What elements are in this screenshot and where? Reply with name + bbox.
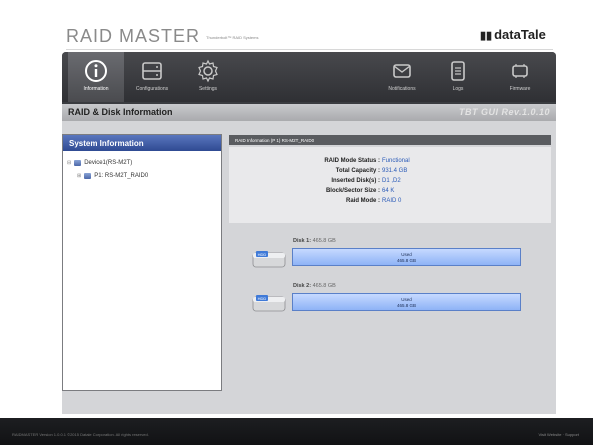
section-title-bar: RAID & Disk Information TBT GUI Rev.1.0.… xyxy=(62,104,556,121)
disk-1-usage-bar: Used 465.8 GB xyxy=(292,248,521,266)
device-icon xyxy=(74,160,82,166)
brand-logo: ▮▮ dataTale xyxy=(480,27,546,42)
gear-icon xyxy=(198,59,218,83)
nav-settings[interactable]: Settings xyxy=(180,52,236,102)
raid-information-panel: RAID Mode Status : Functional Total Capa… xyxy=(229,147,551,223)
app-title: RAID MASTER xyxy=(66,26,201,46)
disk-2-name: Disk 2: xyxy=(293,283,312,289)
tree-item-raid-label: P1: RS-M2T_RAID0 xyxy=(94,173,149,179)
nav-firmware[interactable]: Firmware xyxy=(492,52,548,102)
raid-info-value: Functional xyxy=(382,158,410,164)
raid-info-key: Total Capacity : xyxy=(335,168,380,174)
raid-info-value: D1 ,D2 xyxy=(382,178,401,184)
app-header: RAID MASTER Thunderbolt™ RAID Systems ▮▮… xyxy=(0,0,593,50)
tree-collapse-icon[interactable]: ⊟ xyxy=(67,160,71,166)
footer-links[interactable]: Visit Website · Support xyxy=(538,432,579,437)
disk-2-usage-bar: Used 465.8 GB xyxy=(292,293,521,311)
disk-1-label: Disk 1: 465.8 GB xyxy=(293,238,336,244)
nav-information[interactable]: Information xyxy=(68,52,124,102)
raid-info-row: Total Capacity : 931.4 GB xyxy=(229,168,551,177)
raid-info-key: RAID Mode Status : xyxy=(324,158,380,164)
tree-item-device-label: Device1(RS-M2T) xyxy=(84,160,133,166)
footer-copyright: RAIDMASTER Version 1.0.0.1 ©2015 Datale … xyxy=(12,432,149,437)
raid-info-value: RAID 0 xyxy=(382,198,402,204)
info-icon xyxy=(85,60,107,82)
nav-logs[interactable]: Logs xyxy=(430,52,486,102)
drive-bay-icon xyxy=(142,62,162,80)
nav-configurations[interactable]: Configurations xyxy=(124,52,180,102)
raid-info-row: RAID Mode Status : Functional xyxy=(229,158,551,167)
hdd-icon: HDD xyxy=(252,295,286,312)
raid-info-key: Raid Mode : xyxy=(346,198,380,204)
raid-info-key: Block/Sector Size : xyxy=(325,188,380,194)
disk-2-size: 465.8 GB xyxy=(312,283,336,289)
version-tag: TBT GUI Rev.1.0.10 xyxy=(458,107,550,117)
raid-info-value: 64 K xyxy=(382,188,395,194)
disk-2-label: Disk 2: 465.8 GB xyxy=(293,283,336,289)
system-information-title: System Information xyxy=(63,135,221,151)
app-subtitle: Thunderbolt™ RAID Systems xyxy=(206,35,259,40)
nav-information-label: Information xyxy=(83,86,109,92)
section-title: RAID & Disk Information xyxy=(68,107,173,117)
tree-expand-icon[interactable]: ⊞ xyxy=(77,173,81,179)
nav-notifications[interactable]: Notifications xyxy=(374,52,430,102)
raid-info-key: Inserted Disk(s) : xyxy=(331,178,380,184)
chip-icon xyxy=(512,64,528,78)
nav-notifications-label: Notifications xyxy=(388,86,416,92)
raid-info-row: Raid Mode : RAID 0 xyxy=(229,198,551,207)
raid-info-value: 931.4 GB xyxy=(382,168,408,174)
envelope-icon xyxy=(393,64,411,78)
system-information-panel: System Information ⊟ Device1(RS-M2T) ⊞ P… xyxy=(62,134,222,391)
tree-item-device[interactable]: ⊟ Device1(RS-M2T) xyxy=(67,160,132,166)
disk-1-size: 465.8 GB xyxy=(312,238,336,244)
brand-mark-icon: ▮▮ xyxy=(480,30,493,42)
disk-2-icon-text: HDD xyxy=(258,296,267,301)
disk-1-used-value: 465.8 GB xyxy=(396,258,416,263)
disk-1-name: Disk 1: xyxy=(293,238,312,244)
raid-volume-icon xyxy=(84,173,92,179)
raid-information-header: RAID Information (P 1) RS-M2T_RAID0 xyxy=(229,135,551,145)
nav-settings-label: Settings xyxy=(198,86,218,92)
top-navigation: Information Configurations Settings Noti… xyxy=(62,52,556,102)
page-footer: RAIDMASTER Version 1.0.0.1 ©2015 Datale … xyxy=(0,418,593,445)
raid-info-row: Inserted Disk(s) : D1 ,D2 xyxy=(229,178,551,187)
disk-1-icon-text: HDD xyxy=(258,252,267,257)
document-icon xyxy=(451,61,465,81)
nav-firmware-label: Firmware xyxy=(509,86,531,92)
nav-configurations-label: Configurations xyxy=(135,86,169,92)
nav-logs-label: Logs xyxy=(452,86,464,92)
tree-item-raid[interactable]: ⊞ P1: RS-M2T_RAID0 xyxy=(77,173,148,179)
raid-info-row: Block/Sector Size : 64 K xyxy=(229,188,551,197)
brand-name: dataTale xyxy=(494,27,546,42)
header-divider xyxy=(66,49,553,50)
hdd-icon: HDD xyxy=(252,251,286,268)
disk-2-used-value: 465.8 GB xyxy=(396,303,416,308)
